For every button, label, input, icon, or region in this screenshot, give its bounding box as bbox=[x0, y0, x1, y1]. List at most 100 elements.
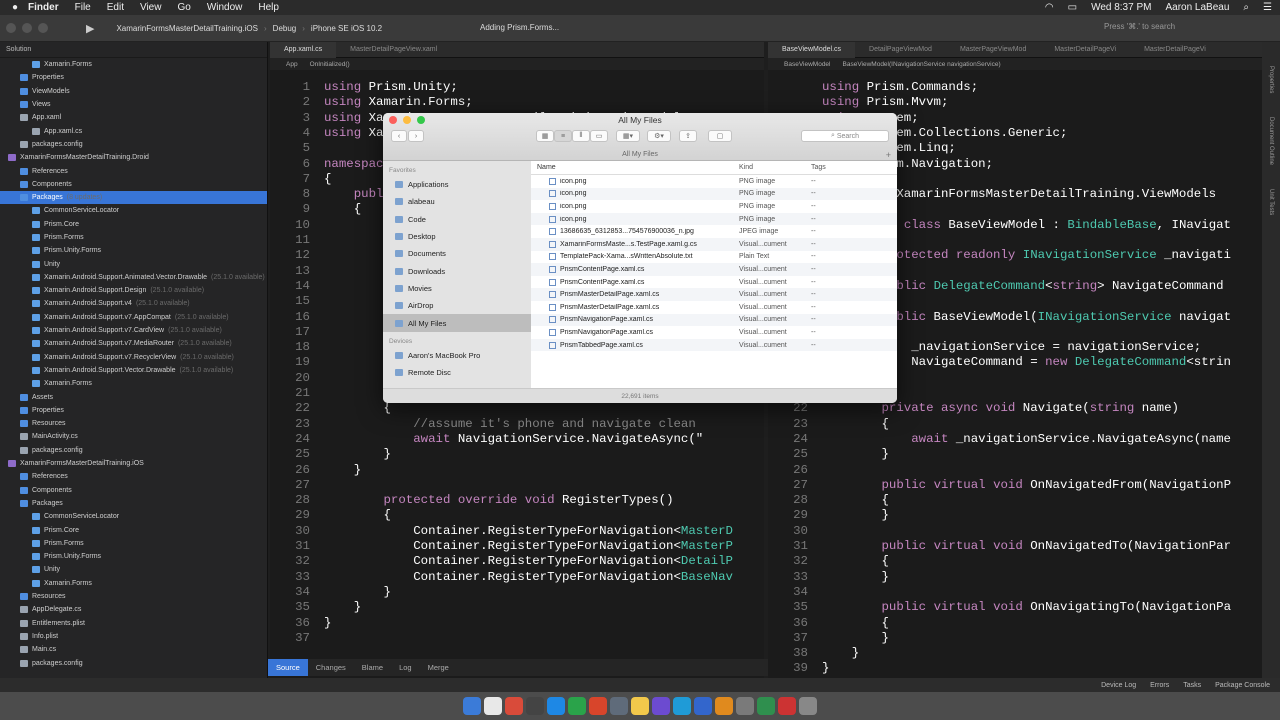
icon-view-icon[interactable]: ▦ bbox=[536, 130, 554, 142]
editor-tab[interactable]: MasterDetailPageVi bbox=[1130, 42, 1220, 58]
tree-row[interactable]: Properties bbox=[0, 71, 267, 84]
tree-row[interactable]: ViewModels bbox=[0, 85, 267, 98]
menu-view[interactable]: View bbox=[140, 2, 162, 13]
sidebar-item[interactable]: Movies bbox=[383, 280, 531, 297]
tree-row[interactable]: Xamarin.Android.Support.v7.CardView (25.1… bbox=[0, 324, 267, 337]
file-row[interactable]: XamarinFormsMaste...s.TestPage.xaml.g.cs… bbox=[531, 237, 897, 251]
dock-app-icon[interactable] bbox=[463, 697, 481, 715]
tree-row[interactable]: XamarinFormsMasterDetailTraining.Droid bbox=[0, 151, 267, 164]
dock-app-icon[interactable] bbox=[652, 697, 670, 715]
unit-tests-pad-tab[interactable]: Unit Tests bbox=[1268, 189, 1274, 215]
sidebar-item[interactable]: Desktop bbox=[383, 228, 531, 245]
user-name[interactable]: Aaron LaBeau bbox=[1165, 2, 1229, 13]
arrange-icon[interactable]: ▦▾ bbox=[616, 130, 640, 142]
tree-row[interactable]: Prism.Core bbox=[0, 523, 267, 536]
dock-app-icon[interactable] bbox=[484, 697, 502, 715]
window-minimize-button[interactable] bbox=[22, 23, 32, 33]
sidebar-item[interactable]: alabeau bbox=[383, 193, 531, 210]
file-row[interactable]: icon.png PNG image -- bbox=[531, 212, 897, 226]
sidebar-item[interactable]: Documents bbox=[383, 245, 531, 262]
action-gear-icon[interactable]: ⚙▾ bbox=[647, 130, 671, 142]
sidebar-device[interactable]: Remote Disc bbox=[383, 364, 531, 381]
file-row[interactable]: PrismNavigationPage.xaml.cs Visual...cume… bbox=[531, 326, 897, 339]
tree-row[interactable]: Main.cs bbox=[0, 643, 267, 656]
tree-row[interactable]: Unity bbox=[0, 257, 267, 270]
breadcrumb-item[interactable]: BaseViewModel bbox=[784, 61, 831, 68]
tasks-button[interactable]: Tasks bbox=[1183, 682, 1201, 689]
dock-app-icon[interactable] bbox=[568, 697, 586, 715]
tree-row[interactable]: packages.config bbox=[0, 656, 267, 669]
tree-row[interactable]: Xamarin.Android.Support.v7.AppCompat (25.… bbox=[0, 311, 267, 324]
tree-row[interactable]: Xamarin.Forms bbox=[0, 377, 267, 390]
tree-row[interactable]: References bbox=[0, 470, 267, 483]
tree-row[interactable]: MainActivity.cs bbox=[0, 430, 267, 443]
editor-tab[interactable]: MasterDetailPageView.xaml bbox=[336, 42, 451, 58]
tree-row[interactable]: Entitlements.plist bbox=[0, 616, 267, 629]
tree-row[interactable]: Prism.Core bbox=[0, 218, 267, 231]
menu-window[interactable]: Window bbox=[207, 2, 243, 13]
scheme-selector[interactable]: XamarinFormsMasterDetailTraining.iOS bbox=[116, 24, 258, 33]
tree-row[interactable]: Xamarin.Android.Support.v7.RecyclerView(… bbox=[0, 351, 267, 364]
tree-row[interactable]: Resources bbox=[0, 417, 267, 430]
notification-center-icon[interactable]: ☰ bbox=[1263, 2, 1272, 13]
tree-row[interactable]: Components bbox=[0, 178, 267, 191]
sidebar-device[interactable]: Aaron's MacBook Pro bbox=[383, 347, 531, 364]
document-outline-pad-tab[interactable]: Document Outline bbox=[1268, 117, 1274, 165]
add-tab-icon[interactable]: + bbox=[886, 150, 891, 160]
finder-search-input[interactable]: ⌕ Search bbox=[801, 130, 889, 142]
file-row[interactable]: PrismTabbedPage.xaml.cs Visual...cument -- bbox=[531, 338, 897, 352]
sidebar-item[interactable]: All My Files bbox=[383, 314, 531, 332]
sidebar-item[interactable]: Downloads bbox=[383, 262, 531, 279]
tree-row[interactable]: Prism.Unity.Forms bbox=[0, 244, 267, 257]
breadcrumb-item[interactable]: OnInitialized() bbox=[310, 61, 350, 68]
tree-row[interactable]: Views bbox=[0, 98, 267, 111]
errors-button[interactable]: Errors bbox=[1150, 682, 1169, 689]
breadcrumb-item[interactable]: BaseViewModel(INavigationService navigat… bbox=[843, 61, 1001, 68]
tree-row[interactable]: Xamarin.Android.Support.Animated.Vector.… bbox=[0, 271, 267, 284]
properties-pad-tab[interactable]: Properties bbox=[1268, 66, 1274, 93]
tree-row[interactable]: packages.config bbox=[0, 138, 267, 151]
finder-titlebar[interactable]: All My Files ‹ › ▦ ≡ ⫴ ▭ ▦▾ ⚙▾ ⇪ ▢ ⌕ Sea… bbox=[383, 113, 897, 161]
clock[interactable]: Wed 8:37 PM bbox=[1091, 2, 1151, 13]
column-view-icon[interactable]: ⫴ bbox=[572, 130, 590, 142]
file-row[interactable]: icon.png PNG image -- bbox=[531, 200, 897, 213]
tree-row[interactable]: CommonServiceLocator bbox=[0, 510, 267, 523]
tags-icon[interactable]: ▢ bbox=[708, 130, 732, 142]
back-button[interactable]: ‹ bbox=[391, 130, 407, 142]
file-row[interactable]: PrismContentPage.xaml.cs Visual...cument -… bbox=[531, 263, 897, 276]
config-selector[interactable]: Debug bbox=[273, 24, 297, 33]
dock-app-icon[interactable] bbox=[757, 697, 775, 715]
device-selector[interactable]: iPhone SE iOS 10.2 bbox=[311, 24, 382, 33]
file-row[interactable]: TemplatePack-Xama...sWrittenAbsolute.txt… bbox=[531, 251, 897, 264]
tree-row[interactable]: Components bbox=[0, 484, 267, 497]
tree-row[interactable]: Unity bbox=[0, 563, 267, 576]
battery-icon[interactable]: ▭ bbox=[1068, 2, 1077, 13]
tab-log[interactable]: Log bbox=[391, 659, 420, 676]
tab-blame[interactable]: Blame bbox=[354, 659, 391, 676]
file-row[interactable]: PrismContentPage.xaml.cs Visual...cument -… bbox=[531, 276, 897, 289]
tree-row[interactable]: Xamarin.Android.Support.Vector.Drawable(… bbox=[0, 364, 267, 377]
editor-tab[interactable]: App.xaml.cs bbox=[270, 42, 337, 58]
tree-row[interactable]: Properties bbox=[0, 404, 267, 417]
coverflow-view-icon[interactable]: ▭ bbox=[590, 130, 608, 142]
tree-row[interactable]: References bbox=[0, 164, 267, 177]
apple-menu-icon[interactable]: ● bbox=[12, 2, 18, 13]
editor-tab[interactable]: MasterPageViewMod bbox=[946, 42, 1040, 58]
sidebar-item[interactable]: AirDrop bbox=[383, 297, 531, 314]
tree-row[interactable]: Assets bbox=[0, 390, 267, 403]
ide-search-input[interactable]: Press '⌘.' to search bbox=[1104, 22, 1175, 31]
tree-row[interactable]: App.xaml.cs bbox=[0, 124, 267, 137]
tree-row[interactable]: Xamarin.Forms bbox=[0, 577, 267, 590]
menu-file[interactable]: File bbox=[75, 2, 91, 13]
tree-row[interactable]: Prism.Forms bbox=[0, 231, 267, 244]
tree-row[interactable]: Xamarin.Android.Support.v7.MediaRouter (2… bbox=[0, 337, 267, 350]
forward-button[interactable]: › bbox=[408, 130, 424, 142]
dock-app-icon[interactable] bbox=[799, 697, 817, 715]
tree-row[interactable]: AppDelegate.cs bbox=[0, 603, 267, 616]
editor-tab[interactable]: DetailPageViewMod bbox=[855, 42, 946, 58]
menu-help[interactable]: Help bbox=[258, 2, 279, 13]
sidebar-item[interactable]: Code bbox=[383, 211, 531, 228]
tree-row[interactable]: packages.config bbox=[0, 444, 267, 457]
dock-app-icon[interactable] bbox=[505, 697, 523, 715]
col-tags[interactable]: Tags bbox=[797, 164, 857, 171]
